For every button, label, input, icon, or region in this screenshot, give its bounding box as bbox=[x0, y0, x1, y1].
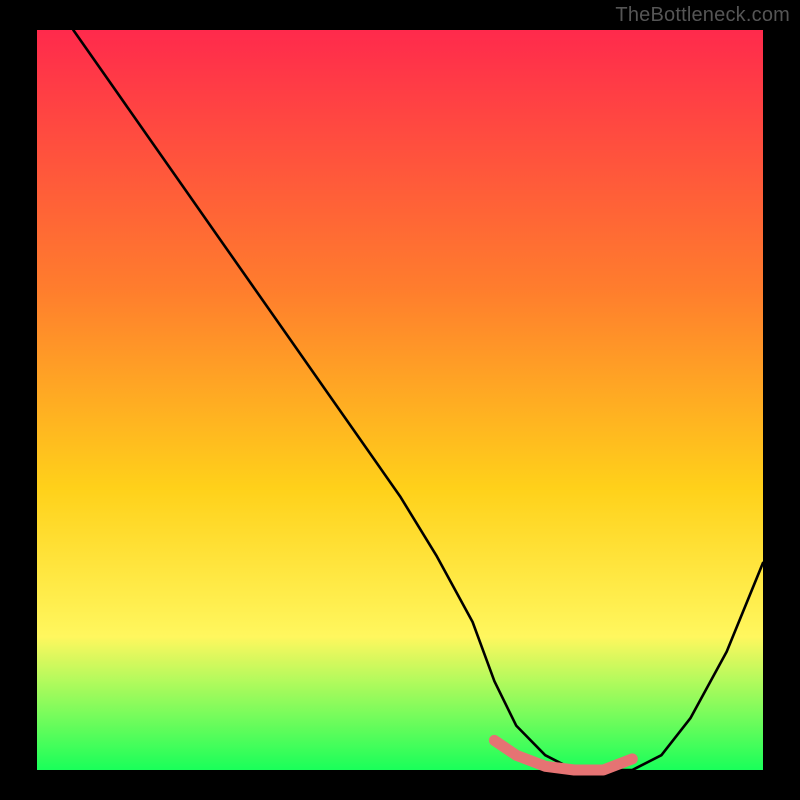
chart-stage: TheBottleneck.com bbox=[0, 0, 800, 800]
bottleneck-chart bbox=[0, 0, 800, 800]
plot-background bbox=[37, 30, 763, 770]
